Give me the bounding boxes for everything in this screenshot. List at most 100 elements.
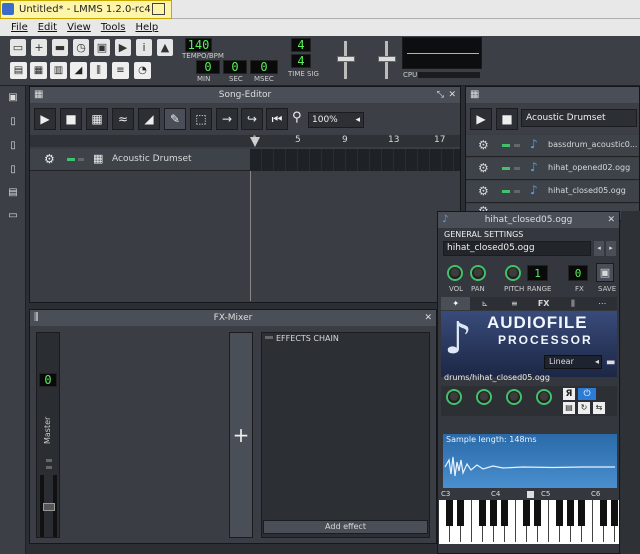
menu-help[interactable]: Help — [135, 22, 158, 33]
piano-black-key[interactable] — [534, 500, 541, 526]
home-folder-icon[interactable]: ▤ — [7, 187, 19, 199]
open-file-icon[interactable]: ▬ — [606, 357, 615, 368]
ping-pong-button[interactable]: ⇆ — [593, 402, 605, 414]
track-row[interactable]: ⚙ ▦ Acoustic Drumset — [30, 149, 250, 171]
effects-chain-led[interactable] — [265, 336, 273, 339]
song-editor-icon[interactable]: ▤ — [10, 62, 27, 79]
end-point-knob[interactable] — [506, 389, 522, 405]
piano-black-key[interactable] — [523, 500, 530, 526]
beat-track-name[interactable]: hihat_opened02.ogg — [548, 163, 630, 172]
tempo-display[interactable]: 140 — [185, 38, 212, 52]
piano-black-key[interactable] — [578, 500, 585, 526]
mute-led[interactable] — [502, 190, 510, 193]
piano-black-key[interactable] — [479, 500, 486, 526]
timesig-numerator[interactable]: 4 — [291, 38, 311, 52]
tab-fx[interactable]: FX — [529, 297, 558, 310]
piano-black-key[interactable] — [611, 500, 618, 526]
tab-envelope[interactable]: ⊾ — [470, 297, 499, 310]
close-icon[interactable]: ✕ — [607, 212, 615, 228]
beat-track-name[interactable]: bassdrum_acoustic0... — [548, 140, 637, 149]
loop-point-knob[interactable] — [536, 389, 552, 405]
volume-knob[interactable] — [447, 265, 463, 281]
solo-led[interactable] — [514, 190, 520, 193]
stutter-button[interactable]: ▤ — [563, 402, 575, 414]
my-presets-icon[interactable]: ▯ — [7, 164, 19, 176]
stop-button[interactable]: ■ — [496, 108, 518, 130]
controller-icon[interactable]: ◔ — [134, 62, 151, 79]
piano-black-key[interactable] — [446, 500, 453, 526]
track-name[interactable]: Acoustic Drumset — [112, 154, 192, 164]
tab-midi[interactable]: ⫼ — [558, 297, 587, 310]
my-samples-icon[interactable]: ▯ — [7, 140, 19, 152]
piano-keyboard[interactable] — [439, 500, 619, 544]
beat-track-row[interactable]: ⚙ ♪ bassdrum_acoustic0... — [466, 135, 639, 157]
new-template-icon[interactable]: + — [31, 39, 47, 56]
piano-black-key[interactable] — [567, 500, 574, 526]
timesig-denominator[interactable]: 4 — [291, 54, 311, 68]
recent-files-icon[interactable]: ◷ — [73, 39, 89, 56]
power-icon[interactable]: ⏻ — [578, 388, 596, 400]
info-icon[interactable]: i — [136, 39, 152, 56]
workspace-scroll-area[interactable] — [621, 211, 640, 554]
gear-icon[interactable]: ⚙ — [478, 138, 489, 152]
mute-led[interactable] — [67, 158, 75, 161]
mixer-icon[interactable]: ⫼ — [90, 62, 107, 79]
amplify-knob[interactable] — [446, 389, 462, 405]
next-instrument-button[interactable]: ▸ — [606, 241, 616, 256]
close-icon[interactable]: ✕ — [424, 310, 432, 326]
tab-misc[interactable]: ⋯ — [588, 297, 617, 310]
pan-knob[interactable] — [470, 265, 486, 281]
restore-icon[interactable]: ⤡ — [437, 87, 444, 103]
zoom-select[interactable]: 100% ◂ — [308, 112, 364, 128]
add-effect-button[interactable]: Add effect — [263, 520, 428, 534]
add-automation-track-button[interactable]: ◢ — [138, 108, 160, 130]
master-volume-slider[interactable] — [337, 56, 355, 62]
gear-icon[interactable]: ⚙ — [44, 152, 55, 166]
previous-instrument-button[interactable]: ◂ — [594, 241, 604, 256]
piano-roll-icon[interactable]: ▥ — [50, 62, 67, 79]
play-button[interactable]: ▶ — [470, 108, 492, 130]
mute-led[interactable] — [502, 144, 510, 147]
fx-channel-display[interactable]: 0 — [568, 265, 588, 281]
base-note-marker[interactable] — [527, 491, 534, 498]
add-beat-track-button[interactable]: ▦ — [86, 108, 108, 130]
menu-view[interactable]: View — [67, 22, 91, 33]
timeline-ruler[interactable]: 1 5 9 13 17 — [30, 135, 460, 147]
instrument-name-field[interactable]: hihat_closed05.ogg — [443, 241, 591, 256]
piano-black-key[interactable] — [457, 500, 464, 526]
maximize-button[interactable] — [152, 3, 165, 15]
master-pitch-slider[interactable] — [378, 56, 396, 62]
piano-black-key[interactable] — [490, 500, 497, 526]
return-to-start-button[interactable]: ⏮ — [266, 108, 288, 130]
piano-black-key[interactable] — [501, 500, 508, 526]
gear-icon[interactable]: ⚙ — [478, 184, 489, 198]
solo-led[interactable] — [46, 466, 52, 469]
auto-scroll-button[interactable]: → — [216, 108, 238, 130]
gear-icon[interactable]: ⚙ — [478, 161, 489, 175]
draw-mode-button[interactable]: ✎ — [164, 108, 186, 130]
new-file-icon[interactable]: ▭ — [10, 39, 26, 56]
solo-led[interactable] — [78, 158, 84, 161]
close-icon[interactable]: ✕ — [448, 87, 456, 103]
pitch-knob[interactable] — [505, 265, 521, 281]
my-projects-icon[interactable]: ▯ — [7, 116, 19, 128]
open-folder-icon[interactable]: ▬ — [52, 39, 68, 56]
beat-track-name[interactable]: hihat_closed05.ogg — [548, 186, 626, 195]
waveform-display[interactable]: Sample length: 148ms — [443, 434, 617, 488]
instrument-plugins-icon[interactable]: ▣ — [7, 92, 19, 104]
master-channel[interactable]: 0 Master — [36, 332, 60, 538]
mute-led[interactable] — [46, 459, 52, 462]
beat-track-row[interactable]: ⚙ ♪ hihat_closed05.ogg — [466, 181, 639, 203]
menu-file[interactable]: File — [11, 22, 28, 33]
solo-led[interactable] — [514, 167, 520, 170]
save-preset-button[interactable]: ▣ — [596, 263, 614, 282]
tab-plugin[interactable]: ✦ — [441, 297, 471, 310]
loop-button[interactable]: ↻ — [578, 402, 590, 414]
reverse-button[interactable]: Я — [563, 388, 575, 400]
menu-tools[interactable]: Tools — [101, 22, 126, 33]
range-display[interactable]: 1 — [527, 265, 548, 281]
master-fader[interactable] — [43, 503, 55, 511]
beat-track-row[interactable]: ⚙ ♪ hihat_opened02.ogg — [466, 158, 639, 180]
start-point-knob[interactable] — [476, 389, 492, 405]
play-button[interactable]: ▶ — [34, 108, 56, 130]
